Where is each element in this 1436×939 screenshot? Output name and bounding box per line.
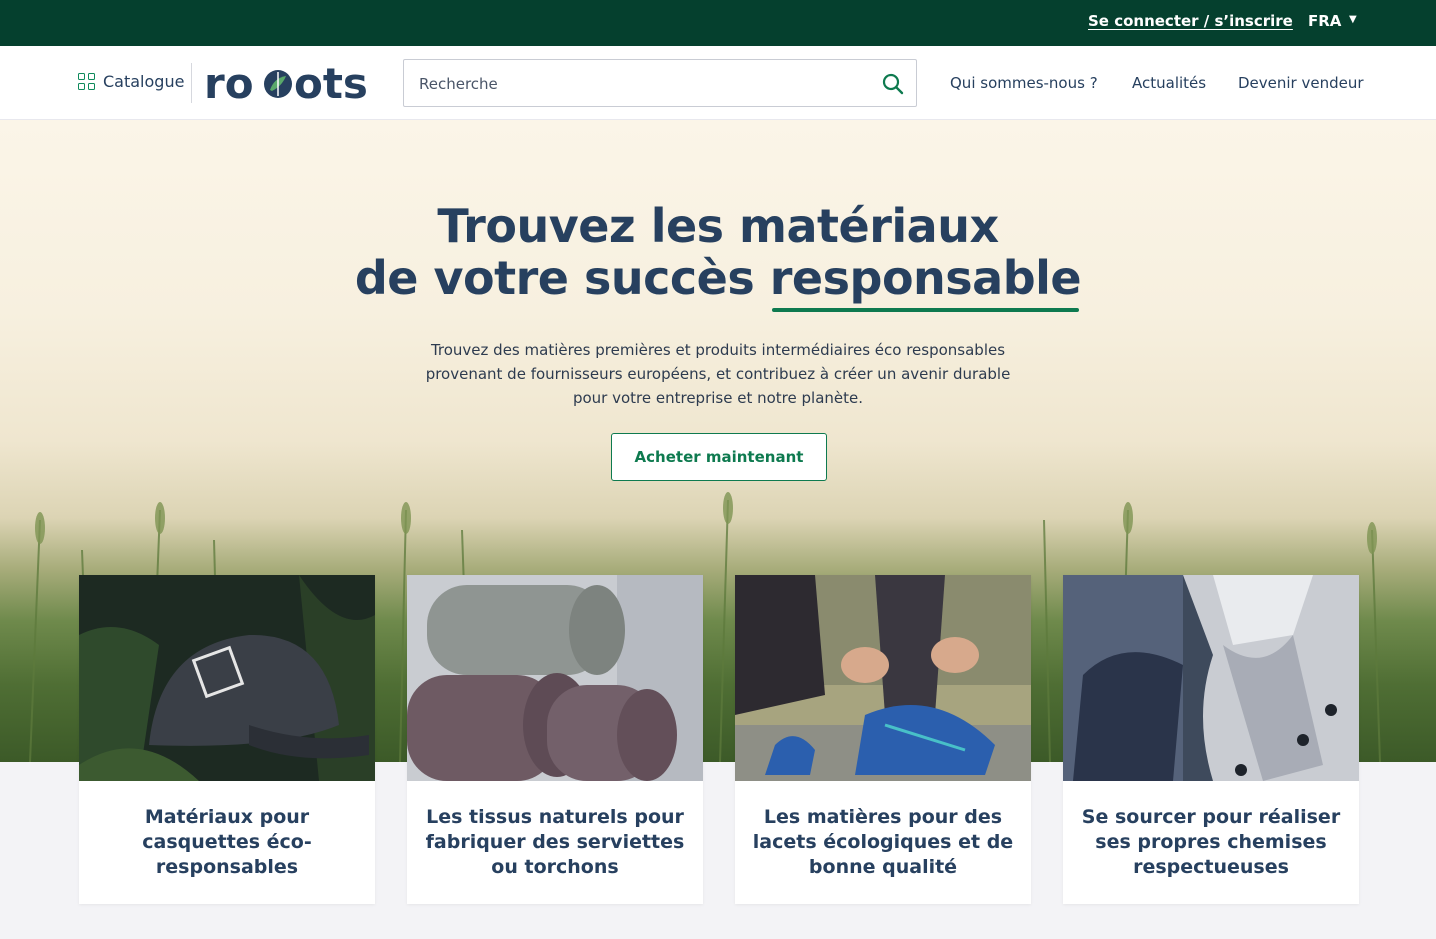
login-register-link[interactable]: Se connecter / s’inscrire: [1088, 12, 1293, 30]
nav-become-seller[interactable]: Devenir vendeur: [1238, 74, 1364, 92]
grid-icon: [78, 73, 95, 90]
catalogue-label: Catalogue: [103, 72, 185, 91]
caret-down-icon[interactable]: ▼: [1349, 14, 1357, 25]
logo-text-ots: ots: [294, 60, 368, 106]
category-card-shirts[interactable]: Se sourcer pour réaliser ses propres che…: [1063, 575, 1359, 904]
main-header: Catalogue ro ots Qui sommes-nous ? Actua…: [0, 46, 1436, 120]
card-image-laces: [735, 575, 1031, 781]
category-card-laces[interactable]: Les matières pour des lacets écologiques…: [735, 575, 1031, 904]
nav-news[interactable]: Actualités: [1132, 74, 1206, 92]
card-title: Les matières pour des lacets écologiques…: [752, 806, 1014, 878]
search-input[interactable]: [419, 72, 859, 96]
card-image-towels: [407, 575, 703, 781]
card-title: Les tissus naturels pour fabriquer des s…: [425, 806, 685, 878]
card-image-cap: [79, 575, 375, 781]
search-box: [403, 59, 917, 107]
hero-title: Trouvez les matériaux de votre succès re…: [0, 199, 1436, 312]
nav-about[interactable]: Qui sommes-nous ?: [950, 74, 1098, 92]
category-card-caps[interactable]: Matériaux pour casquettes éco-responsabl…: [79, 575, 375, 904]
card-image-shirts: [1063, 575, 1359, 781]
roots-logo[interactable]: ro ots: [204, 60, 374, 106]
logo-text-ro: ro: [204, 60, 254, 106]
card-title: Matériaux pour casquettes éco-responsabl…: [142, 806, 312, 878]
shop-now-button[interactable]: Acheter maintenant: [611, 433, 827, 481]
category-card-towels[interactable]: Les tissus naturels pour fabriquer des s…: [407, 575, 703, 904]
search-icon[interactable]: [882, 73, 904, 95]
language-selector[interactable]: FRA: [1308, 12, 1341, 30]
hero-title-line2: de votre succès: [354, 251, 770, 305]
card-title: Se sourcer pour réaliser ses propres che…: [1081, 806, 1341, 878]
catalogue-button[interactable]: Catalogue: [78, 72, 184, 91]
top-bar: Se connecter / s’inscrire FRA ▼: [0, 0, 1436, 46]
hero-title-line1: Trouvez les matériaux: [437, 199, 999, 253]
header-divider: [191, 63, 192, 103]
hero-title-highlight: responsable: [769, 251, 1082, 312]
hero-description: Trouvez des matières premières et produi…: [425, 341, 1011, 407]
